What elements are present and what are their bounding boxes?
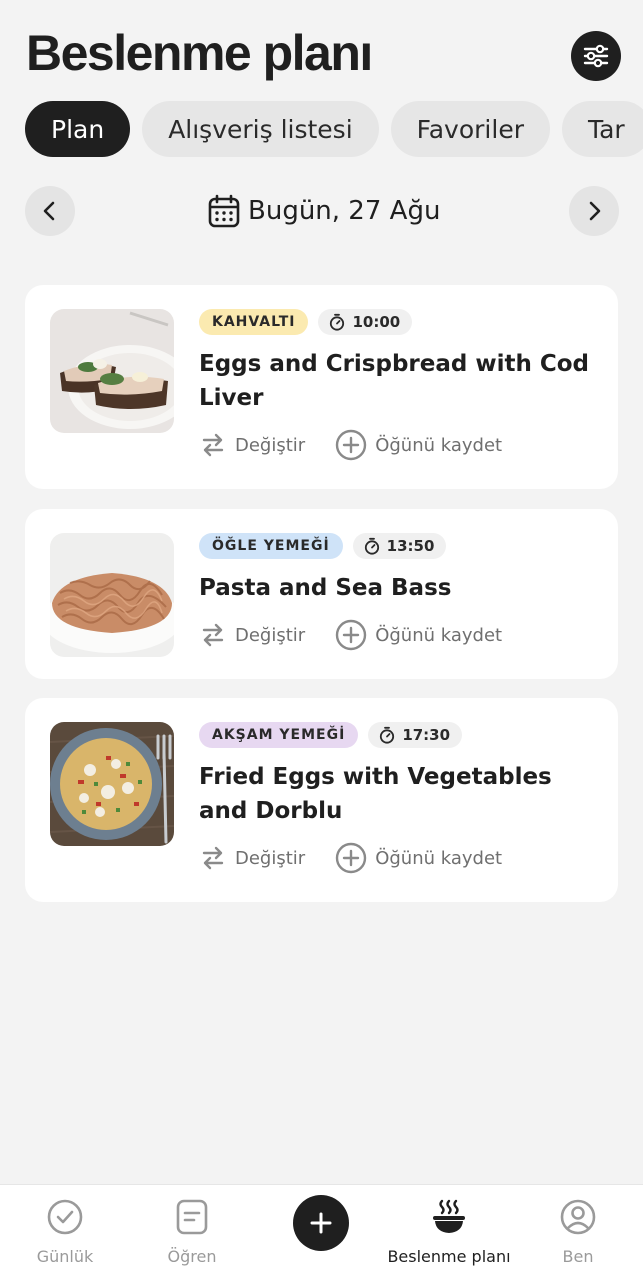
save-label: Öğünü kaydet xyxy=(375,434,503,456)
meal-title[interactable]: Fried Eggs with Vegetables and Dorblu xyxy=(199,760,594,828)
meal-title[interactable]: Eggs and Crispbread with Cod Liver xyxy=(199,347,594,415)
meal-time: 17:30 xyxy=(402,726,451,744)
swap-arrows-icon xyxy=(202,433,224,457)
nav-label: Günlük xyxy=(36,1247,94,1266)
swap-meal-button[interactable]: Değiştir xyxy=(199,621,305,649)
swap-label: Değiştir xyxy=(235,624,306,646)
date-label: Bugün, 27 Ağu xyxy=(248,196,441,226)
nav-item-daily[interactable]: Günlük xyxy=(0,1195,130,1266)
nav-label: Beslenme planı xyxy=(387,1247,511,1266)
save-meal-button[interactable]: Öğünü kaydet xyxy=(335,619,502,651)
pasta-photo xyxy=(50,533,174,657)
fried-eggs-vegetables-photo xyxy=(50,722,174,846)
meal-card-lunch[interactable]: ÖĞLE YEMEĞİ 13:50 Pasta and Sea Bass Değ… xyxy=(25,509,618,679)
meal-title[interactable]: Pasta and Sea Bass xyxy=(199,571,594,605)
meal-time-badge: 10:00 xyxy=(318,309,413,335)
save-label: Öğünü kaydet xyxy=(375,624,503,646)
plus-circle-icon xyxy=(336,429,367,461)
plus-circle-icon xyxy=(336,619,367,651)
chevron-right-icon xyxy=(589,201,601,221)
page-title: Beslenme planı xyxy=(26,25,373,81)
nav-label: Ben xyxy=(562,1247,594,1266)
tab-favorites[interactable]: Favoriler xyxy=(390,101,550,157)
meal-info: AKŞAM YEMEĞİ 17:30 Fried Eggs with Veget… xyxy=(199,722,594,874)
food-bowl-icon xyxy=(433,1199,465,1233)
meal-type-badge: AKŞAM YEMEĞİ xyxy=(199,722,359,748)
swap-arrows-icon xyxy=(202,623,224,647)
tab-shopping-list[interactable]: Alışveriş listesi xyxy=(142,101,379,157)
calendar-icon xyxy=(208,194,240,228)
tab-recipes[interactable]: Tar xyxy=(561,101,643,157)
swap-meal-button[interactable]: Değiştir xyxy=(199,844,305,872)
stopwatch-icon xyxy=(330,313,345,331)
swap-meal-button[interactable]: Değiştir xyxy=(199,431,305,459)
tab-plan[interactable]: Plan xyxy=(25,101,131,157)
meal-time-badge: 13:50 xyxy=(352,533,447,559)
profile-icon xyxy=(560,1199,596,1235)
stopwatch-icon xyxy=(380,726,395,744)
sliders-icon xyxy=(583,44,609,68)
meal-info: KAHVALTI 10:00 Eggs and Crispbread with … xyxy=(199,309,594,461)
meal-type-badge: KAHVALTI xyxy=(199,309,309,335)
next-day-button[interactable] xyxy=(569,186,619,236)
meal-time: 10:00 xyxy=(352,313,401,331)
meal-type-badge: ÖĞLE YEMEĞİ xyxy=(199,533,343,559)
nutrition-plan-screen: Beslenme planı Plan Alışveriş listesi Favo… xyxy=(0,0,643,1280)
tab-bar: Plan Alışveriş listesi Favoriler Tar xyxy=(25,101,643,157)
nav-item-learn[interactable]: Öğren xyxy=(127,1195,257,1266)
nav-item-me[interactable]: Ben xyxy=(513,1195,643,1266)
swap-label: Değiştir xyxy=(235,434,306,456)
meal-card-breakfast[interactable]: KAHVALTI 10:00 Eggs and Crispbread with … xyxy=(25,285,618,489)
chevron-left-icon xyxy=(43,201,55,221)
filter-button[interactable] xyxy=(571,31,621,81)
save-label: Öğünü kaydet xyxy=(375,847,503,869)
meal-info: ÖĞLE YEMEĞİ 13:50 Pasta and Sea Bass Değ… xyxy=(199,533,594,651)
check-circle-icon xyxy=(47,1199,83,1235)
save-meal-button[interactable]: Öğünü kaydet xyxy=(335,429,502,461)
meal-card-dinner[interactable]: AKŞAM YEMEĞİ 17:30 Fried Eggs with Veget… xyxy=(25,698,618,902)
nav-item-nutrition-plan[interactable]: Beslenme planı xyxy=(384,1195,514,1266)
eggs-crispbread-photo xyxy=(50,309,174,433)
nav-label: Öğren xyxy=(167,1247,217,1266)
meal-time: 13:50 xyxy=(386,537,435,555)
plus-circle-icon xyxy=(336,842,367,874)
date-selector[interactable]: Bugün, 27 Ağu xyxy=(208,191,440,231)
swap-label: Değiştir xyxy=(235,847,306,869)
notes-icon xyxy=(176,1199,208,1235)
swap-arrows-icon xyxy=(202,846,224,870)
meal-time-badge: 17:30 xyxy=(368,722,463,748)
plus-icon xyxy=(310,1212,332,1234)
previous-day-button[interactable] xyxy=(25,186,75,236)
bottom-navigation: Günlük Öğren Beslenme planı Ben xyxy=(0,1184,643,1280)
save-meal-button[interactable]: Öğünü kaydet xyxy=(335,842,502,874)
add-button[interactable] xyxy=(293,1195,349,1251)
stopwatch-icon xyxy=(364,537,379,555)
